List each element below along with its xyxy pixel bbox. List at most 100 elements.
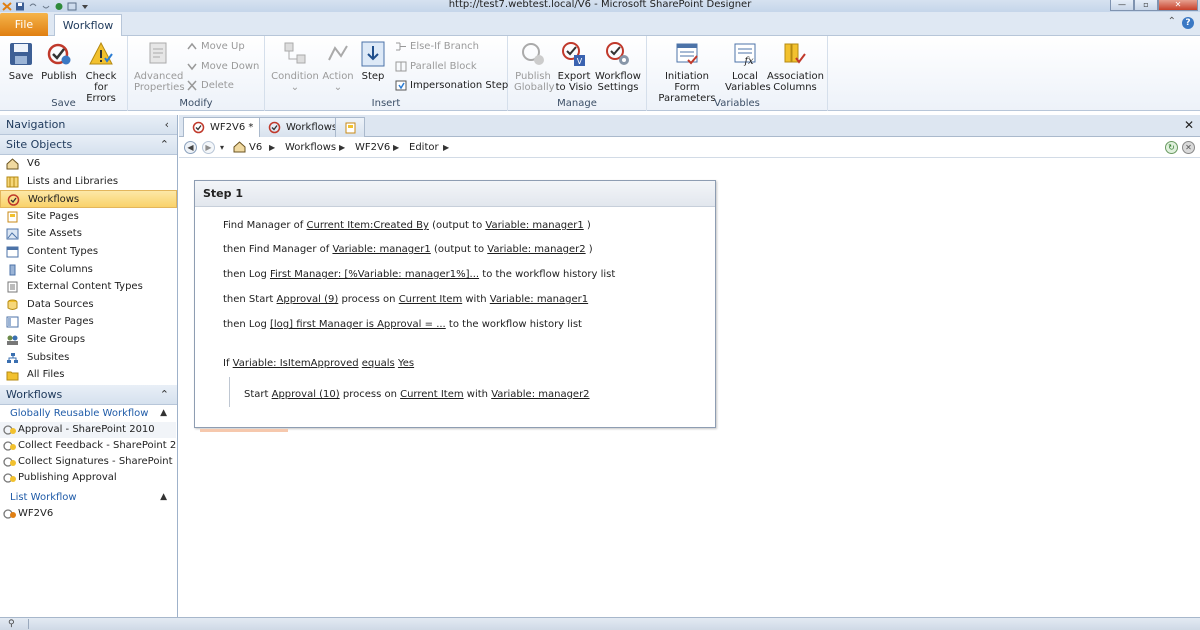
tab-workflow[interactable]: Workflow (54, 14, 122, 37)
nav-item-lists-libraries[interactable]: Lists and Libraries (0, 173, 177, 191)
breadcrumb: ◀ ▶ ▾ V6 ▶ Workflows ▶ WF2V6 ▶ Editor ▶ … (179, 137, 1200, 158)
action-parameter-link[interactable]: Variable: manager1 (485, 220, 583, 231)
workflow-item[interactable]: Approval - SharePoint 2010 (0, 421, 176, 438)
nav-item-site-pages[interactable]: Site Pages (0, 208, 177, 226)
nav-item-v6[interactable]: V6 (0, 155, 177, 173)
ribbon-group-variables: Initiation Form Parameters fx Local Vari… (647, 36, 828, 111)
tab-wf2v6[interactable]: WF2V6 * (183, 117, 261, 138)
home-icon[interactable] (233, 141, 246, 153)
nav-item-all-files[interactable]: All Files (0, 366, 177, 384)
action-parameter-link[interactable]: Variable: manager2 (491, 389, 589, 400)
chevron-up-icon[interactable]: ⌃ (160, 385, 169, 405)
action-parameter-link[interactable]: Variable: manager1 (332, 244, 430, 255)
action-parameter-link[interactable]: Variable: manager1 (490, 294, 588, 305)
action-parameter-link[interactable]: Current Item (399, 294, 463, 305)
history-dropdown-icon[interactable]: ▾ (220, 137, 224, 158)
action-parameter-link[interactable]: Approval (9) (277, 294, 339, 305)
publish-button[interactable]: Publish (40, 40, 78, 82)
workflow-item[interactable]: Collect Signatures - SharePoint 2... (0, 454, 176, 470)
action-parameter-link[interactable]: Approval (10) (272, 389, 340, 400)
advanced-properties-button[interactable]: Advanced Properties (134, 40, 185, 93)
navigation-header: Navigation ‹ (0, 115, 177, 135)
save-icon (10, 43, 32, 65)
action-parameter-link[interactable]: Variable: manager2 (487, 244, 585, 255)
globally-reusable-header[interactable]: Globally Reusable Workflow ▲ (0, 405, 177, 422)
action-line: then Log First Manager: [%Variable: mana… (223, 269, 616, 280)
nav-item-master-pages[interactable]: Master Pages (0, 313, 177, 331)
step-icon (361, 41, 385, 67)
close-button[interactable]: ✕ (1158, 0, 1198, 11)
list-workflow-icon (3, 509, 16, 519)
collapse-nav-icon[interactable]: ‹ (165, 115, 169, 135)
association-columns-icon (784, 43, 806, 64)
action-parameter-link[interactable]: Current Item (400, 389, 464, 400)
step-title[interactable]: Step 1 (195, 181, 715, 207)
impersonation-step-button[interactable]: Impersonation Step (395, 80, 508, 91)
collapse-arrow-icon[interactable]: ▲ (160, 405, 167, 422)
condition-parameter-link[interactable]: Yes (398, 358, 414, 369)
workflow-settings-button[interactable]: Workflow Settings (594, 40, 642, 93)
collapse-arrow-icon[interactable]: ▲ (160, 489, 167, 506)
maximize-button[interactable]: ▫ (1134, 0, 1158, 11)
nav-item-subsites[interactable]: Subsites (0, 349, 177, 367)
move-down-button[interactable]: Move Down (186, 61, 259, 72)
minimize-button[interactable]: — (1110, 0, 1134, 11)
parallel-block-button[interactable]: Parallel Block (395, 61, 477, 72)
condition-button[interactable]: Condition ⌄ (269, 40, 321, 93)
nav-item-data-sources[interactable]: Data Sources (0, 296, 177, 314)
forward-button[interactable]: ▶ (202, 141, 215, 154)
action-button[interactable]: Action ⌄ (321, 40, 355, 93)
step-button[interactable]: Step (359, 40, 387, 82)
breadcrumb-item[interactable]: WF2V6 (355, 137, 390, 158)
breadcrumb-item[interactable]: Workflows (285, 137, 336, 158)
action-parameter-link[interactable]: Current Item:Created By (307, 220, 429, 231)
check-for-errors-button[interactable]: Check for Errors (78, 40, 124, 104)
group-label-manage: Manage (557, 98, 597, 109)
help-icon[interactable]: ? (1182, 17, 1194, 29)
nav-item-content-types[interactable]: Content Types (0, 243, 177, 261)
minimize-ribbon-icon[interactable]: ⌃ (1168, 16, 1176, 27)
back-button[interactable]: ◀ (184, 141, 197, 154)
association-columns-button[interactable]: Association Columns (767, 40, 824, 93)
site-objects-header[interactable]: Site Objects ⌃ (0, 135, 177, 155)
export-to-visio-button[interactable]: V Export to Visio (554, 40, 594, 93)
chevron-up-icon[interactable]: ⌃ (160, 135, 169, 155)
workflow-settings-icon (606, 42, 629, 65)
else-if-branch-button[interactable]: Else-If Branch (395, 41, 479, 52)
condition-parameter-link[interactable]: Variable: IsItemApproved (233, 358, 359, 369)
breadcrumb-separator-icon: ▶ (393, 143, 400, 152)
action-parameter-link[interactable]: First Manager: [%Variable: manager1%]... (270, 269, 479, 280)
close-document-icon[interactable]: ✕ (1184, 118, 1194, 132)
condition-parameter-link[interactable]: equals (362, 358, 395, 369)
local-variables-button[interactable]: fx Local Variables (725, 40, 771, 93)
breadcrumb-item[interactable]: Editor (409, 137, 439, 158)
condition-icon (284, 42, 306, 64)
tab-workflows[interactable]: Workflows (259, 117, 339, 137)
move-up-button[interactable]: Move Up (186, 41, 245, 52)
workflow-step[interactable]: Step 1 Find Manager of Current Item:Crea… (194, 180, 716, 428)
workflow-item[interactable]: Collect Feedback - SharePoint 2010 (0, 438, 176, 454)
nav-item-site-assets[interactable]: Site Assets (0, 225, 177, 243)
save-button[interactable]: Save (6, 40, 36, 82)
delete-button[interactable]: Delete (186, 80, 234, 91)
nav-item-external-content-types[interactable]: External Content Types (0, 278, 177, 296)
stop-button[interactable]: ✕ (1182, 141, 1195, 154)
tab-file[interactable]: File (0, 13, 48, 36)
nav-item-site-groups[interactable]: Site Groups (0, 331, 177, 349)
new-tab-button[interactable] (335, 117, 365, 137)
workflow-item[interactable]: Publishing Approval (0, 470, 176, 486)
breadcrumb-item[interactable]: V6 (249, 137, 262, 158)
publish-workflow-icon (47, 43, 71, 65)
reusable-workflow-icon (3, 441, 16, 451)
action-parameter-link[interactable]: [log] first Manager is Approval = ... (270, 319, 446, 330)
workflows-header[interactable]: Workflows ⌃ (0, 384, 177, 405)
site-columns-icon (9, 264, 16, 276)
nav-item-site-columns[interactable]: Site Columns (0, 261, 177, 279)
initiation-form-parameters-button[interactable]: Initiation Form Parameters (651, 40, 723, 104)
nav-item-workflows[interactable]: Workflows (0, 190, 177, 208)
publish-globally-button[interactable]: Publish Globally (514, 40, 555, 93)
refresh-button[interactable]: ↻ (1165, 141, 1178, 154)
new-page-icon (345, 122, 356, 134)
workflow-item[interactable]: WF2V6 (0, 506, 176, 522)
list-workflow-header[interactable]: List Workflow ▲ (0, 489, 177, 506)
